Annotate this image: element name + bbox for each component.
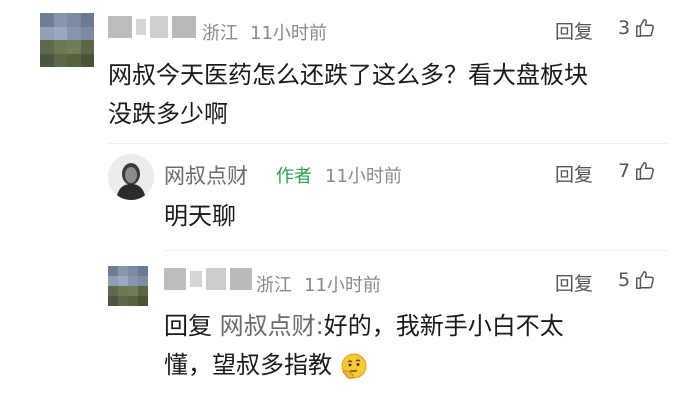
- avatar[interactable]: [40, 13, 94, 67]
- divider: [108, 143, 668, 144]
- comment-location: 浙江: [202, 23, 238, 44]
- like-count: 3: [618, 17, 631, 39]
- reply-text-body-2: 懂，望叔多指教: [164, 351, 332, 379]
- reply-text-body: 好的，我新手小白不太: [323, 312, 564, 340]
- author-badge: 作者: [276, 166, 312, 187]
- comment-text-line-2: 没跌多少啊: [108, 100, 228, 128]
- reply-text-line-2: 懂，望叔多指教: [164, 345, 368, 385]
- thumb-up-icon: [636, 271, 655, 289]
- comment-time: 11小时前: [250, 23, 327, 44]
- reply-button[interactable]: 回复: [555, 269, 593, 296]
- reply-to-author[interactable]: 网叔点财:: [220, 312, 324, 340]
- comment-time: 11小时前: [304, 275, 381, 296]
- reply-button[interactable]: 回复: [555, 17, 593, 44]
- like-button[interactable]: 5: [618, 269, 656, 291]
- username-redacted[interactable]: [164, 268, 252, 290]
- reply-prefix: 回复: [164, 312, 212, 340]
- avatar[interactable]: [108, 266, 148, 306]
- author-name[interactable]: 网叔点财: [164, 160, 248, 190]
- comment-time: 11小时前: [325, 166, 402, 187]
- author-avatar-image: [108, 154, 154, 200]
- thinking-face-emoji-icon: [341, 353, 367, 379]
- reply-text: 明天聊: [164, 202, 236, 230]
- reply-button[interactable]: 回复: [555, 160, 593, 187]
- like-count: 5: [618, 269, 631, 291]
- thumb-up-icon: [636, 19, 655, 37]
- divider: [164, 250, 668, 251]
- comment-location: 浙江: [256, 275, 292, 296]
- author-avatar[interactable]: [108, 154, 154, 200]
- reply-text-line-1: 回复 网叔点财:好的，我新手小白不太: [164, 306, 564, 346]
- username-redacted[interactable]: [108, 16, 196, 38]
- like-button[interactable]: 3: [618, 17, 656, 39]
- like-button[interactable]: 7: [618, 160, 656, 182]
- comment-text-line-1: 网叔今天医药怎么还跌了这么多？看大盘板块: [108, 61, 588, 89]
- like-count: 7: [618, 160, 631, 182]
- thumb-up-icon: [636, 162, 655, 180]
